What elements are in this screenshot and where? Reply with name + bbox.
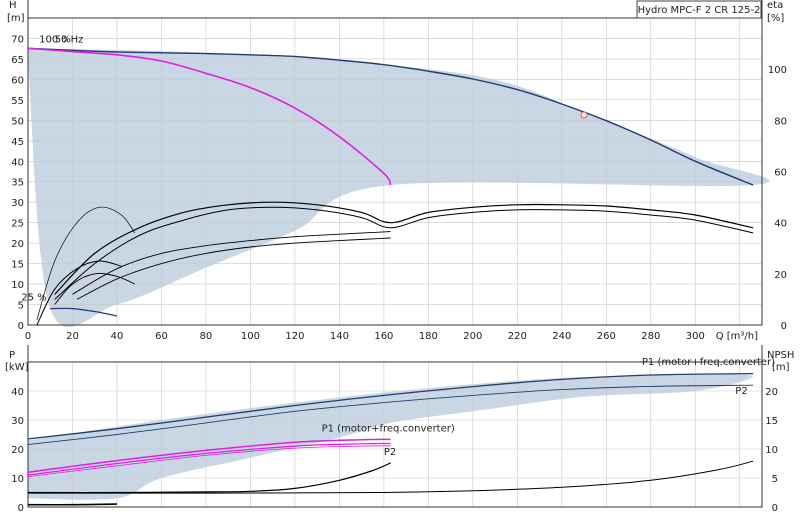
y-axis-title: P <box>9 350 15 361</box>
x-tick-label: 80 <box>200 331 213 342</box>
x-tick-label: 20 <box>66 331 79 342</box>
y-tick-label: 45 <box>11 137 24 148</box>
x-tick-label: 260 <box>597 331 616 342</box>
y2-tick-label: 100 <box>768 65 787 76</box>
y-tick-label: 60 <box>11 75 24 86</box>
y2-tick-label: 60 <box>774 168 787 179</box>
top-envelope-layer <box>28 48 770 328</box>
y-tick-label: 65 <box>11 55 24 66</box>
y2-axis-title: eta <box>767 0 783 11</box>
y-tick-label: 20 <box>11 445 24 456</box>
curve-annotation: 50 Hz <box>55 35 84 46</box>
y-tick-label: 40 <box>11 157 24 168</box>
x-tick-label: 300 <box>686 331 705 342</box>
y-axis-title: H <box>9 0 17 11</box>
curve-label: P1 (motor+freq.converter) <box>642 357 775 368</box>
y-tick-label: 0 <box>18 503 24 514</box>
x-tick-label: 280 <box>641 331 660 342</box>
curve-annotation: 25 % <box>21 292 46 303</box>
x-tick-label: 40 <box>111 331 124 342</box>
y2-tick-label: 0 <box>772 503 778 514</box>
y2-tick-label: 80 <box>774 116 787 127</box>
curve-label: P2 <box>735 386 747 397</box>
x-tick-label: 140 <box>330 331 349 342</box>
y-tick-label: 25 <box>11 219 24 230</box>
chart-title: Hydro MPC-F 2 CR 125-2 <box>638 5 761 16</box>
y-tick-label: 15 <box>11 260 24 271</box>
y2-tick-label: 5 <box>772 474 778 485</box>
x-tick-label: 240 <box>552 331 571 342</box>
chart-canvas: 0 20 40 60 80 100 120 140 160 180 200 220 240 260 280 3… <box>5 0 794 514</box>
x-tick-label: 60 <box>155 331 168 342</box>
y2-tick-label: 20 <box>765 387 778 398</box>
pump-curve-chart: 0 20 40 60 80 100 120 140 160 180 200 220 240 260 280 3… <box>0 0 800 520</box>
y2-tick-label: 15 <box>765 416 778 427</box>
y2-tick-label: 40 <box>774 219 787 230</box>
x-tick-label: 100 <box>241 331 260 342</box>
y2-axis-unit: [%] <box>767 13 784 24</box>
y-tick-label: 70 <box>11 34 24 45</box>
y-tick-label: 0 <box>18 321 24 332</box>
y2-tick-label: 20 <box>774 270 787 281</box>
duty-point-marker <box>580 111 588 119</box>
x-tick-label: 200 <box>463 331 482 342</box>
x-tick-label: 220 <box>508 331 527 342</box>
operating-range-area-head <box>28 48 770 328</box>
x-tick-label: 160 <box>374 331 393 342</box>
y-tick-label: 50 <box>11 116 24 127</box>
y-tick-label: 20 <box>11 239 24 250</box>
x-tick-label: 0 <box>25 331 31 342</box>
npsh-curve <box>27 503 118 506</box>
y-tick-label: 40 <box>11 387 24 398</box>
y-axis-unit: [kW] <box>5 362 29 373</box>
y-tick-label: 30 <box>11 198 24 209</box>
y-tick-label: 10 <box>11 280 24 291</box>
x-tick-label: 120 <box>285 331 304 342</box>
y2-tick-label: 0 <box>781 321 787 332</box>
y2-tick-label: 10 <box>765 445 778 456</box>
y-axis-unit: [m] <box>7 13 25 24</box>
y-tick-label: 35 <box>11 178 24 189</box>
curve-label: P1 (motor+freq.converter) <box>322 424 455 435</box>
y-tick-label: 55 <box>11 96 24 107</box>
x-axis-title: Q [m³/h] <box>716 331 758 342</box>
y-tick-label: 30 <box>11 416 24 427</box>
x-tick-label: 180 <box>419 331 438 342</box>
curve-label: P2 <box>384 447 396 458</box>
y-tick-label: 10 <box>11 474 24 485</box>
